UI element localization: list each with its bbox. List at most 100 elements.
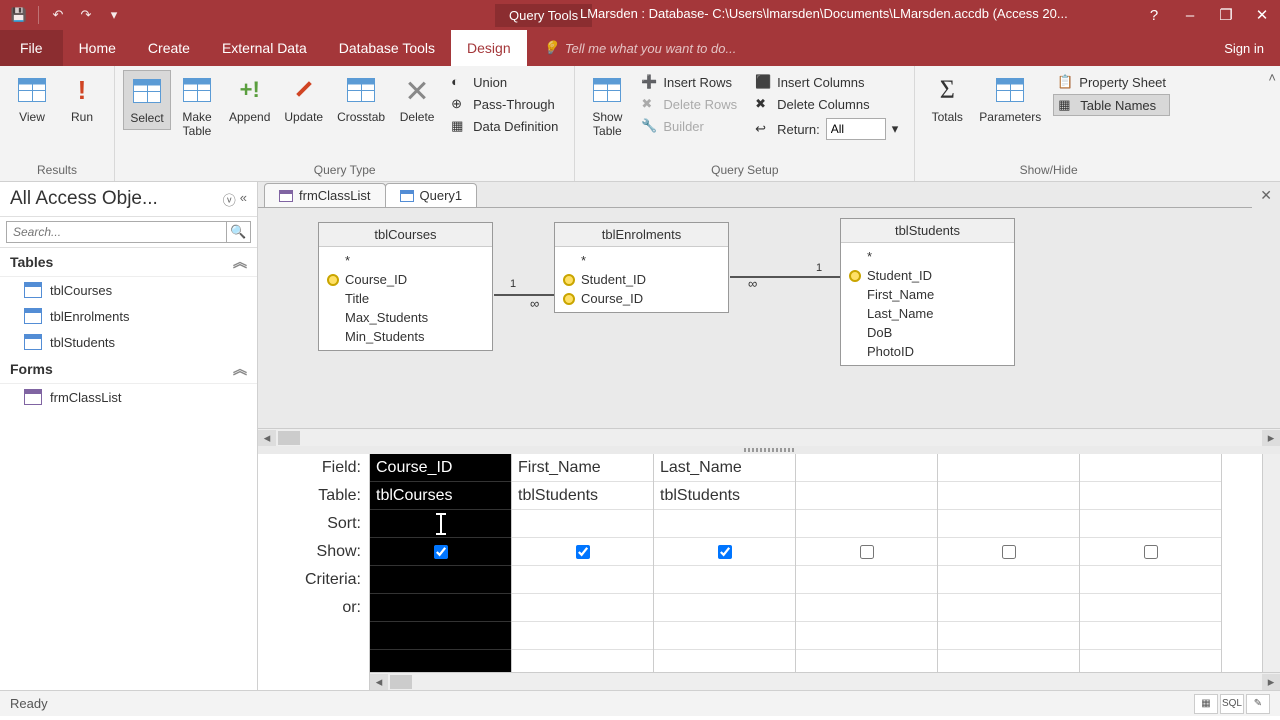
grid-column[interactable]: First_NametblStudents xyxy=(512,454,654,690)
nav-dropdown-icon[interactable]: ⓥ xyxy=(223,190,236,209)
pass-through-button[interactable]: ⊕Pass-Through xyxy=(447,94,562,114)
grid-column[interactable] xyxy=(938,454,1080,690)
nav-search-input[interactable] xyxy=(6,221,227,243)
diagram-hscrollbar[interactable]: ◂▸ xyxy=(258,428,1280,446)
data-definition-button[interactable]: ▦Data Definition xyxy=(447,116,562,136)
grid-column[interactable] xyxy=(1080,454,1222,690)
minimize-button[interactable]: – xyxy=(1172,0,1208,30)
select-query-button[interactable]: Select xyxy=(123,70,171,130)
show-checkbox[interactable] xyxy=(1144,545,1158,559)
builder-button[interactable]: 🔧Builder xyxy=(637,116,741,136)
run-button[interactable]: !Run xyxy=(58,70,106,128)
show-checkbox[interactable] xyxy=(860,545,874,559)
view-sql-icon[interactable]: SQL xyxy=(1220,694,1244,714)
field-lastname[interactable]: Last_Name xyxy=(849,304,1006,323)
nav-group-tables[interactable]: Tables︽ xyxy=(0,248,257,277)
nav-item-tblstudents[interactable]: tblStudents xyxy=(0,329,257,355)
collapse-ribbon-icon[interactable]: ˄ xyxy=(1268,70,1276,85)
field-star[interactable]: * xyxy=(849,247,1006,266)
field-minstudents[interactable]: Min_Students xyxy=(327,327,484,346)
tab-database-tools[interactable]: Database Tools xyxy=(323,30,451,66)
delete-rows-button[interactable]: ✖Delete Rows xyxy=(637,94,741,114)
close-button[interactable]: ✕ xyxy=(1244,0,1280,30)
search-icon[interactable]: 🔍 xyxy=(227,221,251,243)
splitter[interactable] xyxy=(258,446,1280,454)
insert-rows-button[interactable]: ➕Insert Rows xyxy=(637,72,741,92)
field-studentid[interactable]: Student_ID xyxy=(849,266,1006,285)
field-studentid[interactable]: Student_ID xyxy=(563,270,720,289)
table-tblcourses[interactable]: tblCourses * Course_ID Title Max_Student… xyxy=(318,222,493,351)
undo-icon[interactable]: ↶ xyxy=(45,2,71,28)
maximize-button[interactable]: ❐ xyxy=(1208,0,1244,30)
redo-icon[interactable]: ↷ xyxy=(73,2,99,28)
field-star[interactable]: * xyxy=(327,251,484,270)
grid-hscrollbar[interactable]: ◂▸ xyxy=(370,672,1280,690)
field-photoid[interactable]: PhotoID xyxy=(849,342,1006,361)
title-bar: 💾 ↶ ↷ ▾ Query Tools LMarsden : Database-… xyxy=(0,0,1280,30)
cardinality-many-icon: ∞ xyxy=(748,276,757,291)
tab-create[interactable]: Create xyxy=(132,30,206,66)
field-courseid[interactable]: Course_ID xyxy=(563,289,720,308)
parameters-button[interactable]: Parameters xyxy=(973,70,1047,128)
tab-home[interactable]: Home xyxy=(63,30,132,66)
relationship-diagram[interactable]: tblCourses * Course_ID Title Max_Student… xyxy=(258,208,1280,446)
join-line[interactable] xyxy=(730,276,840,278)
totals-button[interactable]: ΣTotals xyxy=(923,70,971,128)
field-dob[interactable]: DoB xyxy=(849,323,1006,342)
key-icon xyxy=(849,270,861,282)
insert-columns-button[interactable]: ⬛Insert Columns xyxy=(751,72,902,92)
table-names-button[interactable]: ▦Table Names xyxy=(1053,94,1170,116)
field-firstname[interactable]: First_Name xyxy=(849,285,1006,304)
qat-customize-icon[interactable]: ▾ xyxy=(101,2,127,28)
append-button[interactable]: +!Append xyxy=(223,70,276,128)
view-datasheet-icon[interactable]: ▦ xyxy=(1194,694,1218,714)
row-criteria-label: Criteria: xyxy=(258,566,369,594)
field-title[interactable]: Title xyxy=(327,289,484,308)
show-table-button[interactable]: Show Table xyxy=(583,70,631,143)
union-button[interactable]: ◐Union xyxy=(447,72,562,92)
tell-me-input[interactable]: 💡Tell me what you want to do... xyxy=(527,30,753,66)
show-checkbox[interactable] xyxy=(718,545,732,559)
field-courseid[interactable]: Course_ID xyxy=(327,270,484,289)
table-icon xyxy=(24,282,42,298)
tab-external-data[interactable]: External Data xyxy=(206,30,323,66)
join-line[interactable] xyxy=(494,294,554,296)
help-button[interactable]: ? xyxy=(1136,0,1172,30)
nav-group-forms[interactable]: Forms︽ xyxy=(0,355,257,384)
grid-column[interactable] xyxy=(796,454,938,690)
grid-vscrollbar[interactable] xyxy=(1262,454,1280,690)
save-icon[interactable]: 💾 xyxy=(6,2,32,28)
return-input[interactable] xyxy=(826,118,886,140)
property-sheet-button[interactable]: 📋Property Sheet xyxy=(1053,72,1170,92)
show-checkbox[interactable] xyxy=(1002,545,1016,559)
update-button[interactable]: Update xyxy=(278,70,329,128)
delete-query-button[interactable]: Delete xyxy=(393,70,441,128)
tab-frmclasslist[interactable]: frmClassList xyxy=(264,183,386,207)
grid-column[interactable]: Last_NametblStudents xyxy=(654,454,796,690)
nav-item-tblcourses[interactable]: tblCourses xyxy=(0,277,257,303)
make-table-button[interactable]: Make Table xyxy=(173,70,221,143)
field-maxstudents[interactable]: Max_Students xyxy=(327,308,484,327)
tab-file[interactable]: File xyxy=(0,30,63,66)
delete-columns-button[interactable]: ✖Delete Columns xyxy=(751,94,902,114)
table-tblstudents[interactable]: tblStudents * Student_ID First_Name Last… xyxy=(840,218,1015,366)
view-button[interactable]: View xyxy=(8,70,56,128)
grid-column[interactable]: Course_IDtblCourses xyxy=(370,454,512,690)
table-tblenrolments[interactable]: tblEnrolments * Student_ID Course_ID xyxy=(554,222,729,313)
view-design-icon[interactable]: ✎ xyxy=(1246,694,1270,714)
crosstab-button[interactable]: Crosstab xyxy=(331,70,391,128)
tab-query1[interactable]: Query1 xyxy=(385,183,478,207)
close-tab-icon[interactable]: ✕ xyxy=(1252,183,1280,208)
grid-row-headers: Field: Table: Sort: Show: Criteria: or: xyxy=(258,454,370,690)
cardinality-1: 1 xyxy=(816,262,822,274)
sign-in-link[interactable]: Sign in xyxy=(1208,30,1280,66)
nav-item-tblenrolments[interactable]: tblEnrolments xyxy=(0,303,257,329)
nav-item-frmclasslist[interactable]: frmClassList xyxy=(0,384,257,410)
nav-header[interactable]: All Access Obje... ⓥ« xyxy=(0,182,257,217)
show-checkbox[interactable] xyxy=(576,545,590,559)
return-control[interactable]: ↩Return: ▾ xyxy=(751,116,902,142)
field-star[interactable]: * xyxy=(563,251,720,270)
nav-collapse-icon[interactable]: « xyxy=(240,190,247,209)
tab-design[interactable]: Design xyxy=(451,30,527,66)
show-checkbox[interactable] xyxy=(434,545,448,559)
